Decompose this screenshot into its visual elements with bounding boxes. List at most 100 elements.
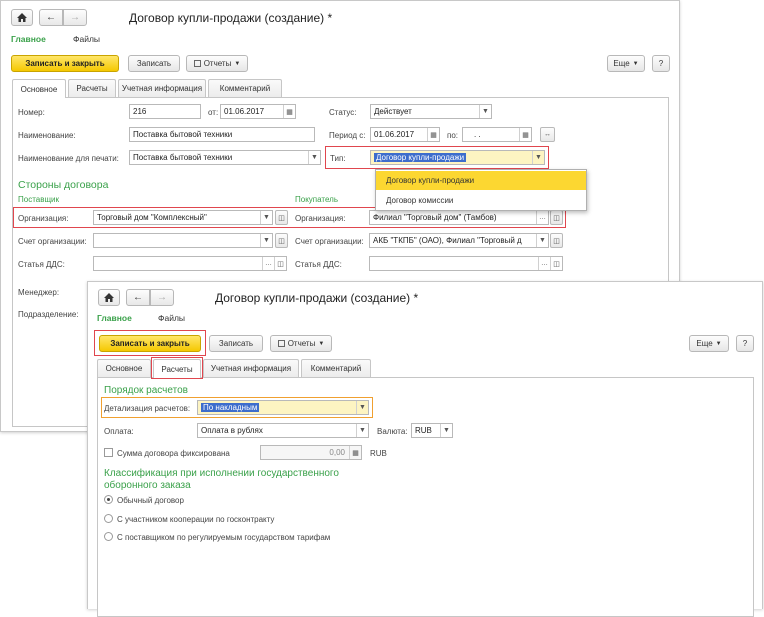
chevron-down-icon[interactable]: ▼ <box>260 234 272 247</box>
help-button[interactable]: ? <box>736 335 754 352</box>
pay-field[interactable]: Оплата в рублях ▼ <box>197 423 369 438</box>
section-files[interactable]: Файлы <box>158 313 185 323</box>
open-icon[interactable]: ◫ <box>550 233 563 248</box>
report-icon <box>193 60 201 67</box>
dds-label: Статья ДДС: <box>18 260 65 269</box>
chevron-down-icon[interactable]: ▼ <box>479 105 491 118</box>
tab-main[interactable]: Основное <box>12 79 66 98</box>
type-field[interactable]: Договор купли-продажи ▼ <box>370 150 545 165</box>
open-icon[interactable]: ◫ <box>550 257 562 270</box>
tab-accounting[interactable]: Учетная информация <box>203 359 299 377</box>
more-button[interactable]: Еще ▼ <box>689 335 729 352</box>
open-icon[interactable]: ◫ <box>550 210 563 225</box>
buyer-label: Покупатель <box>295 195 338 204</box>
type-dropdown: Договор купли-продажи Договор комиссии <box>375 169 587 211</box>
reports-button[interactable]: Отчеты ▼ <box>186 55 248 72</box>
period-select-button[interactable]: ↔ <box>540 127 555 142</box>
save-close-button[interactable]: Записать и закрыть <box>99 335 201 352</box>
fixed-sum-field[interactable]: 0,00 ▦ <box>260 445 362 460</box>
detail-field[interactable]: По накладным ▼ <box>197 400 369 415</box>
section-main[interactable]: Главное <box>11 34 46 44</box>
chevron-down-icon: ▼ <box>715 340 722 347</box>
buyer-account-field[interactable]: АКБ "ТКПБ" (ОАО), Филиал "Торговый д ▼ <box>369 233 549 248</box>
section-main[interactable]: Главное <box>97 313 132 323</box>
back-button[interactable]: ← <box>126 289 150 306</box>
buyer-org-field[interactable]: Филиал "Торговый дом" (Тамбов) … <box>369 210 549 225</box>
ellipsis-icon[interactable]: … <box>536 211 548 224</box>
calculator-icon[interactable]: ▦ <box>349 446 361 459</box>
chevron-down-icon[interactable]: ▼ <box>356 424 368 437</box>
section-files[interactable]: Файлы <box>73 34 100 44</box>
forward-button[interactable]: → <box>63 9 87 26</box>
chevron-down-icon: ▼ <box>318 340 325 347</box>
calendar-icon[interactable]: ▦ <box>283 105 295 118</box>
name-field[interactable]: Поставка бытовой техники <box>129 127 315 142</box>
ellipsis-icon[interactable]: … <box>538 257 550 270</box>
reports-button[interactable]: Отчеты ▼ <box>270 335 332 352</box>
save-close-button[interactable]: Записать и закрыть <box>11 55 119 72</box>
status-field[interactable]: Действует ▼ <box>370 104 492 119</box>
chevron-down-icon[interactable]: ▼ <box>536 234 548 247</box>
calendar-icon[interactable]: ▦ <box>519 128 531 141</box>
radio-tariff[interactable] <box>104 532 113 541</box>
tab-accounting[interactable]: Учетная информация <box>118 79 206 97</box>
chevron-down-icon[interactable]: ▼ <box>532 151 544 164</box>
chevron-down-icon: ▼ <box>234 60 241 67</box>
payment-order-header: Порядок расчетов <box>104 385 188 396</box>
ellipsis-icon[interactable]: … <box>262 257 274 270</box>
radio-cooperation[interactable] <box>104 514 113 523</box>
print-name-label: Наименование для печати: <box>18 154 119 163</box>
tab-payments[interactable]: Расчеты <box>68 79 116 97</box>
currency-label: Валюта: <box>377 427 408 436</box>
name-label: Наименование: <box>18 131 76 140</box>
back-button[interactable]: ← <box>39 9 63 26</box>
calendar-icon[interactable]: ▦ <box>427 128 439 141</box>
org-field[interactable]: Торговый дом "Комплексный" ▼ <box>93 210 273 225</box>
fixed-sum-checkbox[interactable] <box>104 448 113 457</box>
supplier-label: Поставщик <box>18 195 60 204</box>
chevron-down-icon[interactable]: ▼ <box>308 151 320 164</box>
open-icon[interactable]: ◫ <box>275 233 288 248</box>
account-field[interactable]: ▼ <box>93 233 273 248</box>
tab-main[interactable]: Основное <box>97 359 151 377</box>
division-label: Подразделение: <box>18 310 79 319</box>
reports-label: Отчеты <box>203 59 232 68</box>
number-field[interactable]: 216 <box>129 104 201 119</box>
period-from-field[interactable]: 01.06.2017 ▦ <box>370 127 440 142</box>
detail-value: По накладным <box>201 403 260 412</box>
payments-tab-highlight <box>151 357 203 379</box>
radio-regular[interactable] <box>104 495 113 504</box>
parties-header: Стороны договора <box>18 179 109 191</box>
more-label: Еще <box>613 59 630 68</box>
chevron-down-icon: ▼ <box>632 60 639 67</box>
home-icon <box>104 293 114 302</box>
chevron-down-icon[interactable]: ▼ <box>356 401 368 414</box>
open-icon[interactable]: ◫ <box>274 257 286 270</box>
forward-button[interactable]: → <box>150 289 174 306</box>
help-button[interactable]: ? <box>652 55 670 72</box>
dropdown-option-commission[interactable]: Договор комиссии <box>376 191 586 210</box>
arrow-left-icon: ← <box>46 12 56 23</box>
report-icon <box>277 340 285 347</box>
chevron-down-icon[interactable]: ▼ <box>440 424 452 437</box>
home-button[interactable] <box>98 289 120 306</box>
page-title: Договор купли-продажи (создание) * <box>129 11 333 25</box>
tab-comment[interactable]: Комментарий <box>301 359 371 377</box>
arrow-right-icon: → <box>70 12 80 23</box>
save-button[interactable]: Записать <box>209 335 263 352</box>
front-window: ← → Договор купли-продажи (создание) * Г… <box>87 281 763 617</box>
open-icon[interactable]: ◫ <box>275 210 288 225</box>
period-to-field[interactable]: . . ▦ <box>462 127 532 142</box>
dropdown-option-sale[interactable]: Договор купли-продажи <box>376 171 586 190</box>
date-field[interactable]: 01.06.2017 ▦ <box>220 104 296 119</box>
more-button[interactable]: Еще ▼ <box>607 55 645 72</box>
fixed-sum-label: Сумма договора фиксирована <box>117 449 230 458</box>
dds-field[interactable]: … ◫ <box>93 256 287 271</box>
print-name-field[interactable]: Поставка бытовой техники ▼ <box>129 150 321 165</box>
chevron-down-icon[interactable]: ▼ <box>260 211 272 224</box>
buyer-dds-field[interactable]: … ◫ <box>369 256 563 271</box>
tab-comment[interactable]: Комментарий <box>208 79 282 97</box>
currency-field[interactable]: RUB ▼ <box>411 423 453 438</box>
save-button[interactable]: Записать <box>128 55 180 72</box>
home-button[interactable] <box>11 9 33 26</box>
